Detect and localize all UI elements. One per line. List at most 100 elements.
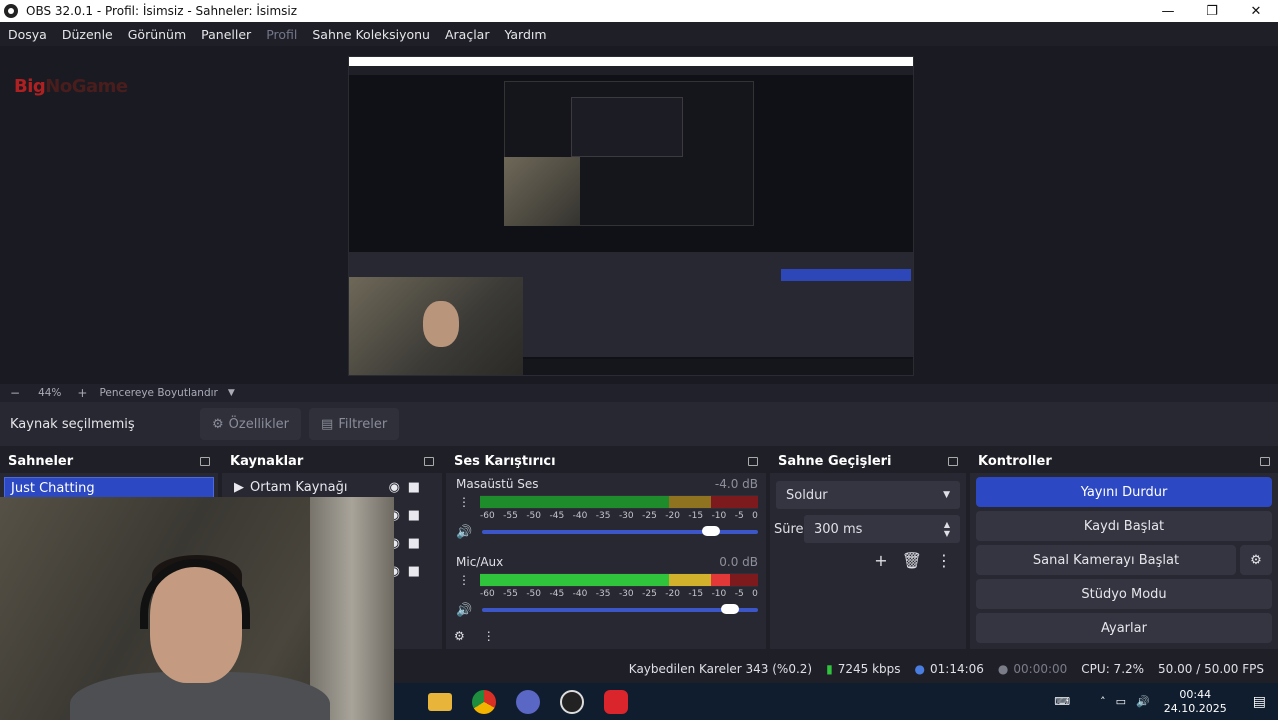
channel-name: Masaüstü Ses [456, 477, 539, 491]
no-source-label: Kaynak seçilmemiş [10, 416, 135, 432]
sources-header: Kaynaklar [222, 449, 442, 473]
studio-mode-button[interactable]: Stüdyo Modu [976, 579, 1272, 609]
maximize-button[interactable]: ❐ [1190, 0, 1234, 22]
controls-header: Kontroller [970, 449, 1278, 473]
red-app-icon[interactable] [604, 689, 628, 714]
undock-icon[interactable] [424, 456, 434, 466]
chevron-down-icon: ▼ [943, 490, 950, 500]
more-options-icon[interactable]: ⋮ [458, 495, 470, 509]
scenes-header: Sahneler [0, 449, 218, 473]
network-icon[interactable]: ▭ [1116, 695, 1126, 708]
menu-araclar[interactable]: Araçlar [445, 27, 490, 42]
duration-label: Süre [774, 521, 804, 537]
audio-channel-mic: Mic/Aux 0.0 dB ⋮ -60 -55 -50 -45 -40 -35 -30 -2… [446, 551, 766, 619]
undock-icon[interactable] [748, 456, 758, 466]
filters-label: Filtreler [338, 416, 388, 432]
stop-stream-button[interactable]: Yayını Durdur [976, 477, 1272, 507]
lock-icon[interactable]: ■ [408, 480, 420, 495]
zoom-out-button[interactable]: − [10, 386, 20, 400]
add-transition-icon[interactable]: + [874, 551, 887, 570]
stream-icon: ● [914, 662, 925, 676]
mixer-menu-icon[interactable]: ⋮ [483, 629, 495, 643]
filter-icon: ▤ [321, 416, 334, 432]
webcam-overlay [0, 497, 394, 720]
undock-icon[interactable] [948, 456, 958, 466]
controls-title: Kontroller [978, 453, 1052, 469]
transition-select[interactable]: Soldur ▼ [776, 481, 960, 509]
obs-taskbar-icon[interactable] [560, 689, 584, 714]
properties-button[interactable]: ⚙ Özellikler [200, 408, 302, 440]
eye-icon[interactable]: ◉ [389, 480, 400, 495]
transitions-header: Sahne Geçişleri [770, 449, 966, 473]
duration-input[interactable]: 300 ms ▲ ▼ [804, 515, 960, 543]
transitions-title: Sahne Geçişleri [778, 453, 892, 469]
menu-yardim[interactable]: Yardım [504, 27, 546, 42]
chevron-up-icon[interactable]: ˄ [1100, 695, 1106, 708]
menu-dosya[interactable]: Dosya [8, 27, 47, 42]
chrome-icon[interactable] [472, 689, 496, 714]
channel-db: 0.0 dB [719, 555, 758, 569]
controls-dock: Kontroller Yayını Durdur Kaydı Başlat Sa… [970, 449, 1278, 649]
source-item-label: Ortam Kaynağı [250, 479, 348, 495]
notification-icon[interactable]: ▤ [1253, 694, 1266, 710]
clock[interactable]: 00:44 24.10.2025 [1164, 688, 1227, 716]
play-icon: ▶ [234, 479, 244, 495]
lock-icon[interactable]: ■ [408, 564, 420, 579]
record-time: ● 00:00:00 [997, 662, 1068, 676]
slider-thumb[interactable] [702, 526, 721, 536]
speaker-icon[interactable]: 🔊 [456, 525, 472, 540]
audio-mixer-dock: Ses Karıştırıcı Masaüstü Ses -4.0 dB ⋮ -… [446, 449, 766, 649]
cpu-usage: CPU: 7.2% [1081, 662, 1145, 676]
menu-duzenle[interactable]: Düzenle [62, 27, 113, 42]
meter-ticks: -60 -55 -50 -45 -40 -35 -30 -25 -20 -15 -10 -5 0 [480, 589, 758, 599]
source-toolbar: Kaynak seçilmemiş ⚙ Özellikler ▤ Filtrel… [0, 402, 1278, 446]
trash-icon[interactable]: 🗑 [902, 551, 922, 570]
zoom-dropdown-icon[interactable]: ▼ [228, 388, 235, 398]
advanced-audio-icon[interactable]: ⚙ [454, 629, 465, 643]
menu-sahne-koleksiyonu[interactable]: Sahne Koleksiyonu [312, 27, 430, 42]
preview-nested-capture [348, 56, 914, 376]
virtual-camera-settings-icon[interactable]: ⚙ [1240, 545, 1272, 575]
slider-thumb[interactable] [721, 604, 740, 614]
stepper-icon[interactable]: ▲ ▼ [944, 520, 950, 538]
menu-profil[interactable]: Profil [266, 27, 297, 42]
volume-slider[interactable] [482, 526, 758, 536]
app-icon[interactable] [516, 689, 540, 714]
system-tray: ⌨ ˄ ▭ 🔊 00:44 24.10.2025 ▤ [1054, 683, 1278, 720]
bitrate: ▮ 7245 kbps [826, 662, 901, 676]
obs-logo-icon [4, 4, 18, 18]
virtual-camera-button[interactable]: Sanal Kamerayı Başlat [976, 545, 1236, 575]
more-options-icon[interactable]: ⋮ [458, 573, 470, 587]
speaker-icon[interactable]: 🔊 [456, 603, 472, 618]
minimize-button[interactable]: — [1146, 0, 1190, 22]
volume-slider[interactable] [482, 604, 758, 614]
settings-button[interactable]: Ayarlar [976, 613, 1272, 643]
fps-counter: 50.00 / 50.00 FPS [1158, 662, 1264, 676]
folder-icon[interactable] [428, 692, 452, 711]
volume-meter [480, 573, 758, 587]
keyboard-icon[interactable]: ⌨ [1054, 695, 1070, 708]
filters-button[interactable]: ▤ Filtreler [309, 408, 400, 440]
signal-icon: ▮ [826, 662, 833, 676]
gear-icon: ⚙ [212, 416, 224, 432]
lock-icon[interactable]: ■ [408, 536, 420, 551]
mixer-header: Ses Karıştırıcı [446, 449, 766, 473]
volume-meter [480, 495, 758, 509]
transition-menu-icon[interactable]: ⋮ [936, 551, 952, 570]
undock-icon[interactable] [200, 456, 210, 466]
close-button[interactable]: ✕ [1234, 0, 1278, 22]
fit-to-window-label[interactable]: Pencereye Boyutlandır [99, 387, 217, 399]
undock-icon[interactable] [1260, 456, 1270, 466]
audio-channel-desktop: Masaüstü Ses -4.0 dB ⋮ -60 -55 -50 -45 -40 -3… [446, 473, 766, 541]
start-record-button[interactable]: Kaydı Başlat [976, 511, 1272, 541]
mixer-title: Ses Karıştırıcı [454, 453, 556, 469]
title-bar: OBS 32.0.1 - Profil: İsimsiz - Sahneler:… [0, 0, 1278, 22]
menu-paneller[interactable]: Paneller [201, 27, 251, 42]
scene-item-just-chatting[interactable]: Just Chatting [4, 477, 214, 499]
volume-icon[interactable]: 🔊 [1136, 695, 1150, 708]
status-bar: Kaybedilen Kareler 343 (%0.2) ▮ 7245 kbps… [394, 655, 1278, 683]
zoom-in-button[interactable]: + [77, 386, 87, 400]
lock-icon[interactable]: ■ [408, 508, 420, 523]
menu-gorunum[interactable]: Görünüm [128, 27, 186, 42]
obs-window: OBS 32.0.1 - Profil: İsimsiz - Sahneler:… [0, 0, 1278, 720]
